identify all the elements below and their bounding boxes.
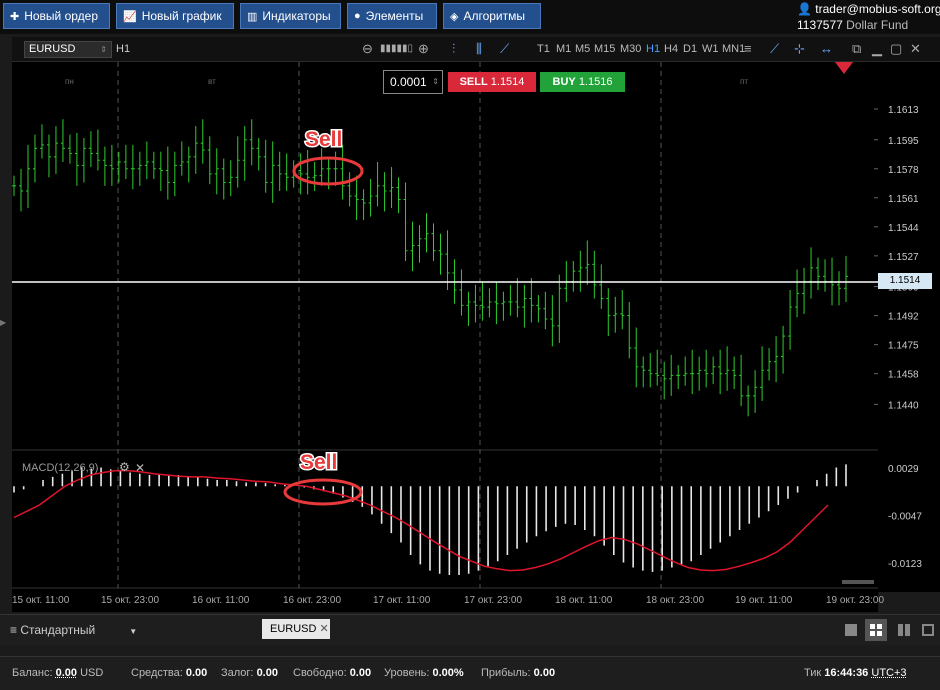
workspace-label: Стандартный <box>20 623 96 637</box>
day-label: вт <box>208 77 216 86</box>
time-tick-label: 19 окт. 11:00 <box>735 595 793 606</box>
price-tick-label: 1.1440 <box>888 400 919 411</box>
macd-tick-label: 0.0029 <box>888 464 919 475</box>
free-value: 0.00 <box>349 667 372 679</box>
tab-eurusd[interactable]: EURUSD ✕ <box>262 619 330 639</box>
level-value: 0.00% <box>432 667 464 679</box>
macd-label: MACD(12,26,9) <box>22 462 98 474</box>
margin-label: Залог: <box>221 667 254 679</box>
sell-label: SELL <box>459 76 488 88</box>
level-label: Уровень: <box>384 667 430 679</box>
price-tick-label: 1.1475 <box>888 341 919 352</box>
layout-grid-button[interactable] <box>865 619 887 641</box>
bottom-tab-bar: ≡ Стандартный ▼ EURUSD ✕ <box>0 614 940 645</box>
remove-indicator-icon[interactable]: ✕ <box>135 461 145 475</box>
tab-close-icon[interactable]: ✕ <box>320 623 329 635</box>
lot-input[interactable]: 0.0001 ⇕ <box>383 70 443 94</box>
macd-pane <box>13 464 847 575</box>
time-tick-label: 15 окт. 23:00 <box>101 595 159 606</box>
workspace-menu-icon: ≡ <box>10 623 18 637</box>
candles <box>12 119 848 417</box>
time-tick-label: 15 окт. 11:00 <box>12 595 70 606</box>
sell-button[interactable]: SELL 1.1514 <box>448 72 536 92</box>
day-label: пн <box>65 77 74 86</box>
price-tick-label: 1.1458 <box>888 370 919 381</box>
buy-button[interactable]: BUY 1.1516 <box>540 72 625 92</box>
layout-quad-icon[interactable] <box>922 624 934 636</box>
tab-eurusd-label: EURUSD <box>270 623 317 635</box>
sell-label-macd: Sell <box>300 451 337 474</box>
buy-price: 1.1516 <box>578 76 613 88</box>
layout-vertical-icon-part <box>905 624 910 636</box>
settings-icon[interactable]: ⚙ <box>119 460 130 474</box>
grid <box>12 62 878 589</box>
time-tick-label: 18 окт. 23:00 <box>646 595 704 606</box>
equity-value: 0.00 <box>185 667 208 679</box>
macd-tick-label: -0.0047 <box>888 512 922 523</box>
left-panel-toggle-icon[interactable]: ▶ <box>0 318 6 327</box>
price-tick-label: 1.1527 <box>888 252 919 263</box>
price-tick-label: 1.1561 <box>888 194 919 205</box>
layout-single-icon[interactable] <box>845 624 857 636</box>
sell-circle-price <box>292 156 364 186</box>
axis-labels: пн вт пт 1.1613 1.1595 1.1578 1.1561 1.1544 1.15… <box>12 77 922 606</box>
macd-tick-label: -0.0123 <box>888 559 922 570</box>
horizontal-scrollbar[interactable] <box>842 580 874 584</box>
lot-spinner-icon[interactable]: ⇕ <box>432 71 439 93</box>
layout-vertical-icon[interactable] <box>898 624 903 636</box>
price-tick-label: 1.1492 <box>888 312 919 323</box>
margin-value: 0.00 <box>256 667 278 679</box>
balance-label: Баланс: <box>12 667 53 679</box>
buy-label: BUY <box>552 76 576 88</box>
time-tick-label: 16 окт. 11:00 <box>192 595 250 606</box>
free-label: Свободно: <box>293 667 347 679</box>
tick-value: 16:44:36 <box>824 667 869 679</box>
sell-circle-macd <box>283 478 363 506</box>
time-tick-label: 19 окт. 23:00 <box>826 595 884 606</box>
price-tick-label: 1.1613 <box>888 105 919 116</box>
lot-value: 0.0001 <box>390 75 427 89</box>
profit-value: 0.00 <box>533 667 556 679</box>
balance-currency: USD <box>80 667 104 679</box>
sell-label-price: Sell <box>305 128 342 151</box>
time-tick-label: 17 окт. 23:00 <box>464 595 522 606</box>
price-tick-label: 1.1544 <box>888 223 919 234</box>
tick-label: Тик <box>804 667 822 679</box>
scroll-marker-icon[interactable] <box>835 62 853 74</box>
current-price-tag: 1.1514 <box>878 273 932 289</box>
price-tick-label: 1.1595 <box>888 136 919 147</box>
balance-value[interactable]: 0.00 <box>56 667 77 679</box>
price-tick-label: 1.1578 <box>888 165 919 176</box>
chevron-down-icon: ▼ <box>129 627 138 636</box>
day-label: пт <box>740 77 748 86</box>
equity-label: Средства: <box>131 667 183 679</box>
sell-price: 1.1514 <box>490 76 525 88</box>
time-tick-label: 17 окт. 11:00 <box>373 595 431 606</box>
time-tick-label: 18 окт. 11:00 <box>555 595 613 606</box>
time-tick-label: 16 окт. 23:00 <box>283 595 341 606</box>
workspace-select[interactable]: ≡ Стандартный ▼ <box>10 623 137 637</box>
timezone-select[interactable]: UTC+3 <box>871 667 906 679</box>
profit-label: Прибыль: <box>481 667 531 679</box>
status-bar: Баланс: 0.00 USD Средства: 0.00 Залог: 0… <box>0 656 940 690</box>
